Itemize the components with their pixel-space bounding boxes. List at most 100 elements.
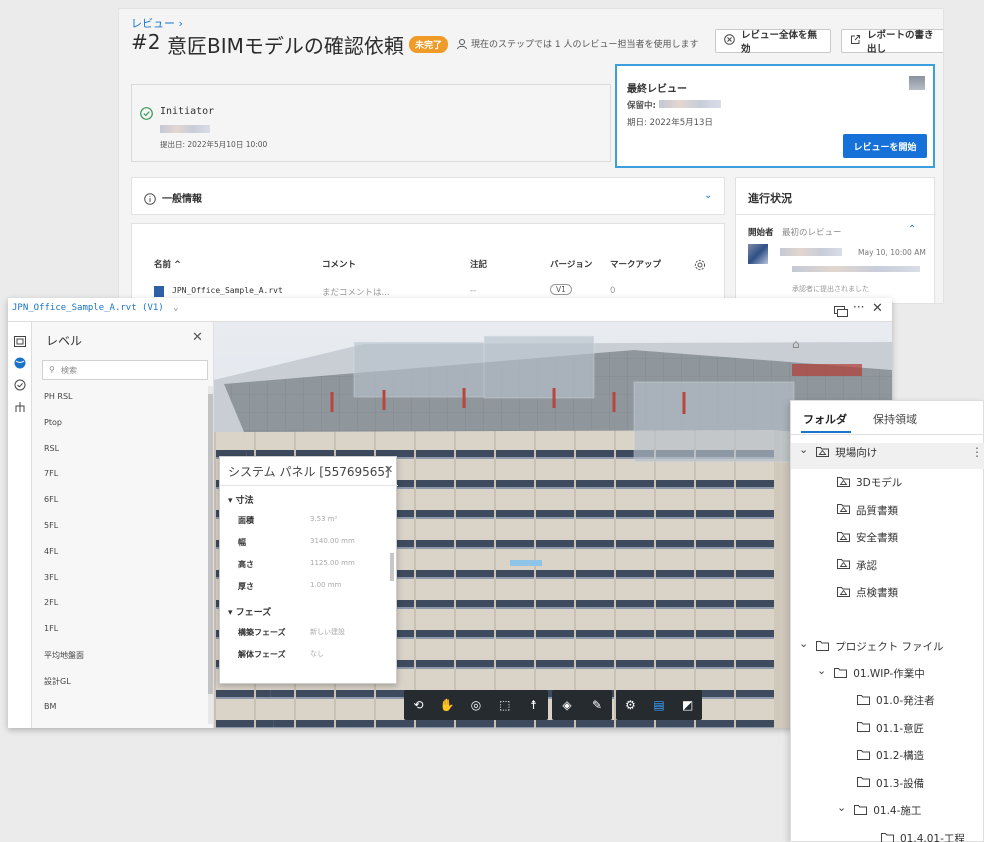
file-notes: -- — [470, 286, 477, 296]
scrollbar[interactable] — [208, 386, 213, 724]
search-input[interactable]: ⚲ 検索 — [42, 360, 208, 380]
level-panel-title: レベル — [46, 334, 83, 348]
folder-project-files[interactable]: ⌄ プロジェクト ファイル — [799, 637, 944, 654]
disable-review-label: レビュー全体を無効 — [741, 30, 818, 55]
search-placeholder: 検索 — [61, 366, 77, 375]
properties-icon[interactable]: ▤ — [650, 696, 668, 714]
home-icon: ⌂ — [792, 337, 800, 351]
level-item[interactable]: RSL — [44, 444, 59, 453]
chevron-down-icon[interactable]: ⌄ — [799, 443, 808, 456]
level-item[interactable]: 1FL — [44, 624, 58, 633]
level-item[interactable]: 2FL — [44, 598, 58, 607]
folder-label: 安全書類 — [856, 532, 898, 544]
level-item[interactable]: Ptop — [44, 418, 62, 427]
fit-view-icon[interactable]: ◎ — [467, 696, 485, 714]
folder-item[interactable]: 承認 — [837, 558, 877, 573]
initiator-card: Initiator 提出日: 2022年5月10日 10:00 — [131, 84, 611, 162]
properties-panel: システム パネル [55769565] ✕ ▾ 寸法 面積 3.53 m² 幅 3140… — [219, 456, 398, 684]
version-badge[interactable]: V1 — [550, 284, 572, 295]
close-icon[interactable]: ✕ — [192, 330, 203, 345]
property-section-header[interactable]: ▾ フェーズ — [228, 605, 271, 618]
col-name[interactable]: 名前 ^ — [154, 258, 181, 270]
chevron-down-icon[interactable]: ⌄ — [173, 303, 178, 313]
folder-item[interactable]: 01.3-設備 — [857, 776, 924, 791]
close-icon[interactable]: ✕ — [872, 301, 883, 316]
gear-icon[interactable] — [694, 256, 706, 275]
chevron-down-icon[interactable]: ⌄ — [799, 637, 808, 650]
status-badge: 未完了 — [409, 36, 449, 53]
folder-item[interactable]: 01.1-意匠 — [857, 721, 924, 736]
scrollbar[interactable] — [390, 553, 394, 581]
file-name[interactable]: JPN_Office_Sample_A.rvt — [172, 286, 283, 295]
property-value: 1125.00 mm — [310, 559, 355, 567]
property-value: なし — [310, 650, 324, 658]
property-key: 高さ — [238, 560, 254, 569]
property-value: 1.00 mm — [310, 581, 342, 589]
tab-folders[interactable]: フォルダ — [803, 411, 847, 427]
gear-icon[interactable]: ⚙ — [621, 696, 639, 714]
breadcrumb[interactable]: レビュー › — [131, 15, 183, 31]
pan-hand-icon[interactable]: ✋ — [438, 696, 456, 714]
folder-item[interactable]: 3Dモデル — [837, 475, 902, 490]
folder-label: 現場向け — [835, 447, 878, 459]
folder-site-group[interactable]: ⌄ 現場向け — [799, 443, 878, 460]
zoom-window-icon[interactable]: ⬚ — [496, 696, 514, 714]
level-item[interactable]: PH RSL — [44, 392, 72, 401]
model-tools: ◈ ✎ — [552, 690, 612, 720]
export-report-label: レポートの書き出し — [867, 30, 934, 55]
disable-review-button[interactable]: レビュー全体を無効 — [715, 29, 831, 55]
chevron-down-icon[interactable]: ⌄ — [837, 801, 846, 814]
level-item[interactable]: 3FL — [44, 573, 58, 582]
folder-item[interactable]: 品質書類 — [837, 503, 898, 518]
close-icon[interactable]: ✕ — [384, 463, 393, 476]
shared-folder-icon — [837, 558, 850, 572]
chevron-down-icon[interactable]: ⌄ — [704, 190, 712, 201]
level-item[interactable]: BM — [44, 702, 56, 711]
file-tab[interactable]: JPN_Office_Sample_A.rvt (V1) ⌄ — [12, 303, 179, 313]
general-info-card[interactable]: 一般情報 ⌄ — [131, 177, 725, 215]
level-item[interactable]: 7FL — [44, 469, 58, 478]
more-icon[interactable]: ··· — [853, 300, 864, 314]
navigation-tools: ⟲ ✋ ◎ ⬚ ☨ — [404, 690, 548, 720]
level-item[interactable]: 平均地盤面 — [44, 650, 84, 661]
property-section-header[interactable]: ▾ 寸法 — [228, 493, 254, 506]
globe-icon[interactable] — [14, 354, 26, 373]
tab-retention[interactable]: 保持領域 — [873, 411, 917, 427]
col-comment: コメント — [322, 260, 357, 270]
file-comment: まだコメントは... — [322, 288, 390, 298]
properties-title: システム パネル [55769565] — [228, 465, 390, 479]
progress-title: 進行状況 — [748, 192, 792, 205]
level-item[interactable]: 6FL — [44, 495, 58, 504]
folder-item[interactable]: 01.0-発注者 — [857, 693, 935, 708]
level-item[interactable]: 5FL — [44, 521, 58, 530]
orbit-icon[interactable]: ⟲ — [409, 696, 427, 714]
panel-icon[interactable] — [14, 332, 26, 351]
fullscreen-icon[interactable]: ◩ — [679, 696, 697, 714]
level-item[interactable]: 4FL — [44, 547, 58, 556]
chevron-down-icon[interactable]: ⌄ — [817, 664, 826, 677]
chevron-up-icon[interactable]: ⌃ — [908, 224, 916, 235]
folder-icon — [834, 667, 848, 681]
folder-item[interactable]: 点検書類 — [837, 585, 898, 600]
folder-item[interactable]: 01.4.01-工程 — [881, 831, 965, 842]
first-person-icon[interactable]: ☨ — [525, 696, 543, 714]
comment-icon[interactable] — [834, 303, 848, 322]
folder-wip[interactable]: ⌄ 01.WIP-作業中 — [817, 664, 925, 681]
more-vertical-icon[interactable]: ⋮ — [971, 445, 983, 459]
folder-construction[interactable]: ⌄ 01.4-施工 — [837, 801, 921, 818]
folder-label: 01.WIP-作業中 — [853, 668, 925, 680]
user-icon — [456, 35, 468, 54]
tree-structure-icon[interactable] — [14, 398, 26, 417]
folder-item[interactable]: 安全書類 — [837, 530, 898, 545]
measure-icon[interactable]: ✎ — [588, 696, 606, 714]
initiator-name-blurred — [160, 125, 210, 133]
viewer-header: JPN_Office_Sample_A.rvt (V1) ⌄ ··· ✕ — [8, 298, 892, 322]
export-report-button[interactable]: レポートの書き出し — [841, 29, 943, 55]
check-circle-icon[interactable] — [14, 376, 26, 395]
folder-item[interactable]: 01.2-構造 — [857, 748, 924, 763]
col-version: バージョン — [550, 260, 593, 270]
start-review-button[interactable]: レビューを開始 — [843, 134, 927, 158]
info-icon — [144, 190, 156, 209]
section-box-icon[interactable]: ◈ — [558, 696, 576, 714]
level-item[interactable]: 設計GL — [44, 676, 71, 687]
